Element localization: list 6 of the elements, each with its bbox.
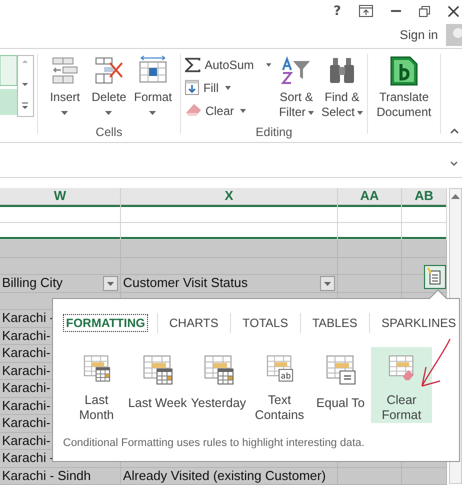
- table-cell: Karachi - Sindh: [0, 468, 121, 485]
- group-label: Editing: [256, 125, 292, 141]
- header-label: Customer Visit Status: [123, 275, 248, 292]
- table-cell: Already Visited (existing Customer): [121, 468, 338, 485]
- group-label: Cells: [96, 125, 122, 141]
- header-label: Billing City: [2, 275, 63, 292]
